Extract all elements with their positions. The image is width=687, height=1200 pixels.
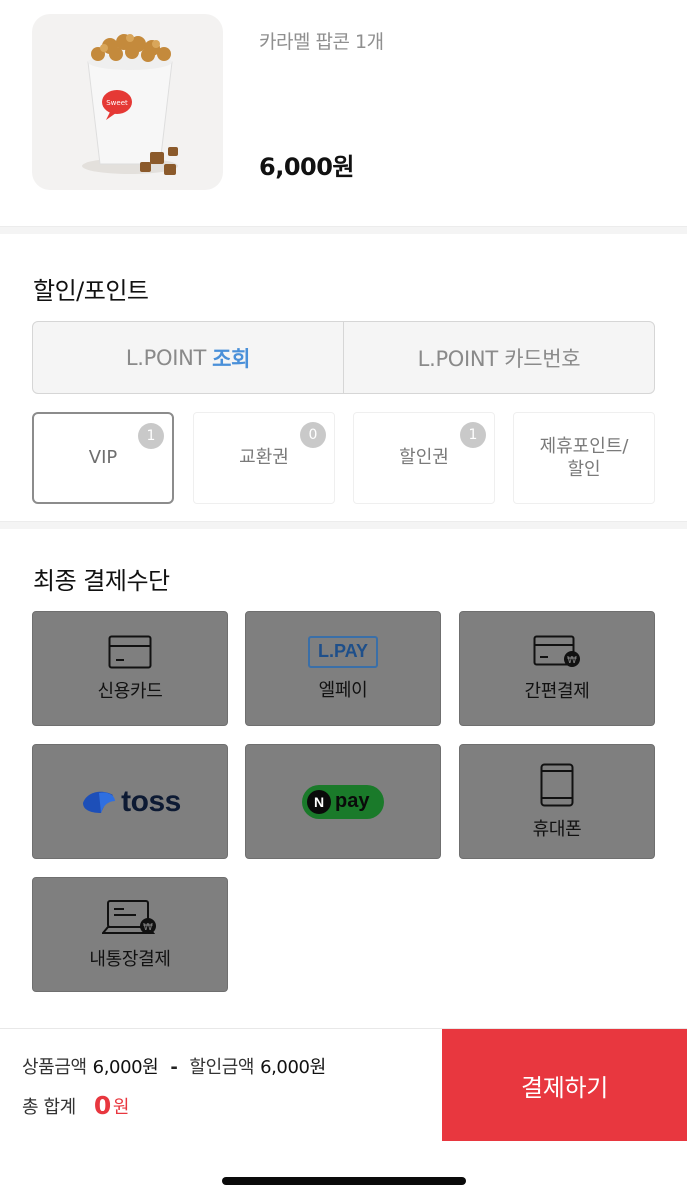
discount-card-partner[interactable]: 제휴포인트/ 할인 <box>513 412 655 504</box>
npay-logo: N pay <box>302 784 384 819</box>
discount-amount-value: 6,000원 <box>260 1057 326 1078</box>
npay-logo-text: pay <box>335 790 370 812</box>
toss-logo-text: toss <box>121 784 181 818</box>
total-value: 0 <box>93 1091 111 1120</box>
product-image: Sweet <box>32 14 223 190</box>
checkout-footer: 상품금액 6,000원 - 할인금액 6,000원 총 합계 0 원 결제하기 <box>0 1028 687 1200</box>
pay-method-label: 내통장결제 <box>89 948 171 970</box>
pay-method-bank-transfer[interactable]: ₩ 내통장결제 <box>32 877 228 992</box>
credit-card-icon <box>108 635 152 668</box>
minus-sign: - <box>170 1057 178 1078</box>
lpoint-card-number-button[interactable]: L.POINT 카드번호 <box>343 322 654 393</box>
product-price: 6,000원 <box>259 153 355 181</box>
pay-method-mobile[interactable]: 휴대폰 <box>459 744 655 859</box>
product-amount-label: 상품금액 <box>22 1057 87 1078</box>
toss-logo: toss <box>79 785 181 819</box>
product-name: 카라멜 팝콘 1개 <box>259 31 384 53</box>
pay-method-label: 휴대폰 <box>532 818 582 840</box>
laptop-won-icon: ₩ <box>102 899 156 934</box>
pay-method-lpay[interactable]: L.PAY 엘페이 <box>245 611 441 726</box>
pay-method-label: 신용카드 <box>97 680 163 702</box>
count-badge: 0 <box>300 422 326 448</box>
discount-card-label: 할인권 <box>399 447 449 469</box>
section-divider <box>0 226 687 234</box>
mobile-phone-icon <box>540 763 574 806</box>
discount-card-coupon[interactable]: 할인권 1 <box>353 412 495 504</box>
count-badge: 1 <box>138 423 164 449</box>
product-summary: Sweet 카라멜 팝콘 1개 6,000원 <box>0 0 687 226</box>
popcorn-cup-image: Sweet <box>82 34 178 175</box>
lpoint-lookup-button[interactable]: L.POINT 조회 <box>33 322 343 393</box>
npay-n-icon: N <box>307 789 331 814</box>
cup-brand-text: Sweet <box>106 99 128 107</box>
discount-amount-label: 할인금액 <box>189 1057 255 1078</box>
amount-summary: 상품금액 6,000원 - 할인금액 6,000원 <box>22 1053 326 1079</box>
count-badge: 1 <box>460 422 486 448</box>
discount-section-title: 할인/포인트 <box>33 277 149 305</box>
pay-method-npay[interactable]: N pay <box>245 744 441 859</box>
discount-card-label-line2: 할인 <box>567 459 601 480</box>
discount-card-label: 교환권 <box>239 447 289 469</box>
pay-method-label: 엘페이 <box>318 679 368 701</box>
svg-text:₩: ₩ <box>567 655 577 666</box>
discount-card-voucher[interactable]: 교환권 0 <box>193 412 335 504</box>
card-won-icon: ₩ <box>533 635 580 667</box>
lpay-logo-text: L.PAY <box>317 641 369 661</box>
pay-method-label: 간편결제 <box>524 680 590 702</box>
lpay-logo: L.PAY <box>308 635 378 668</box>
toss-logo-icon <box>83 791 116 813</box>
pay-button[interactable]: 결제하기 <box>442 1029 687 1141</box>
discount-card-vip[interactable]: VIP 1 <box>32 412 174 504</box>
pay-method-credit-card[interactable]: 신용카드 <box>32 611 228 726</box>
discount-card-label: VIP <box>88 447 118 469</box>
pay-method-easy-pay[interactable]: ₩ 간편결제 <box>459 611 655 726</box>
total-label: 총 합계 <box>22 1096 76 1118</box>
lpoint-button-group: L.POINT 조회 L.POINT 카드번호 <box>32 321 655 394</box>
svg-text:₩: ₩ <box>143 922 153 933</box>
total-summary: 총 합계 0 원 <box>22 1091 129 1120</box>
discount-card-label-line1: 제휴포인트/ <box>539 435 629 457</box>
section-divider <box>0 521 687 529</box>
lpoint-lookup-label: 조회 <box>212 346 251 371</box>
payment-section-title: 최종 결제수단 <box>33 567 170 595</box>
total-unit: 원 <box>112 1096 130 1118</box>
home-indicator <box>222 1177 466 1185</box>
pay-method-toss[interactable]: toss <box>32 744 228 859</box>
lpoint-lookup-prefix: L.POINT <box>125 345 207 370</box>
product-amount-value: 6,000원 <box>92 1057 159 1078</box>
